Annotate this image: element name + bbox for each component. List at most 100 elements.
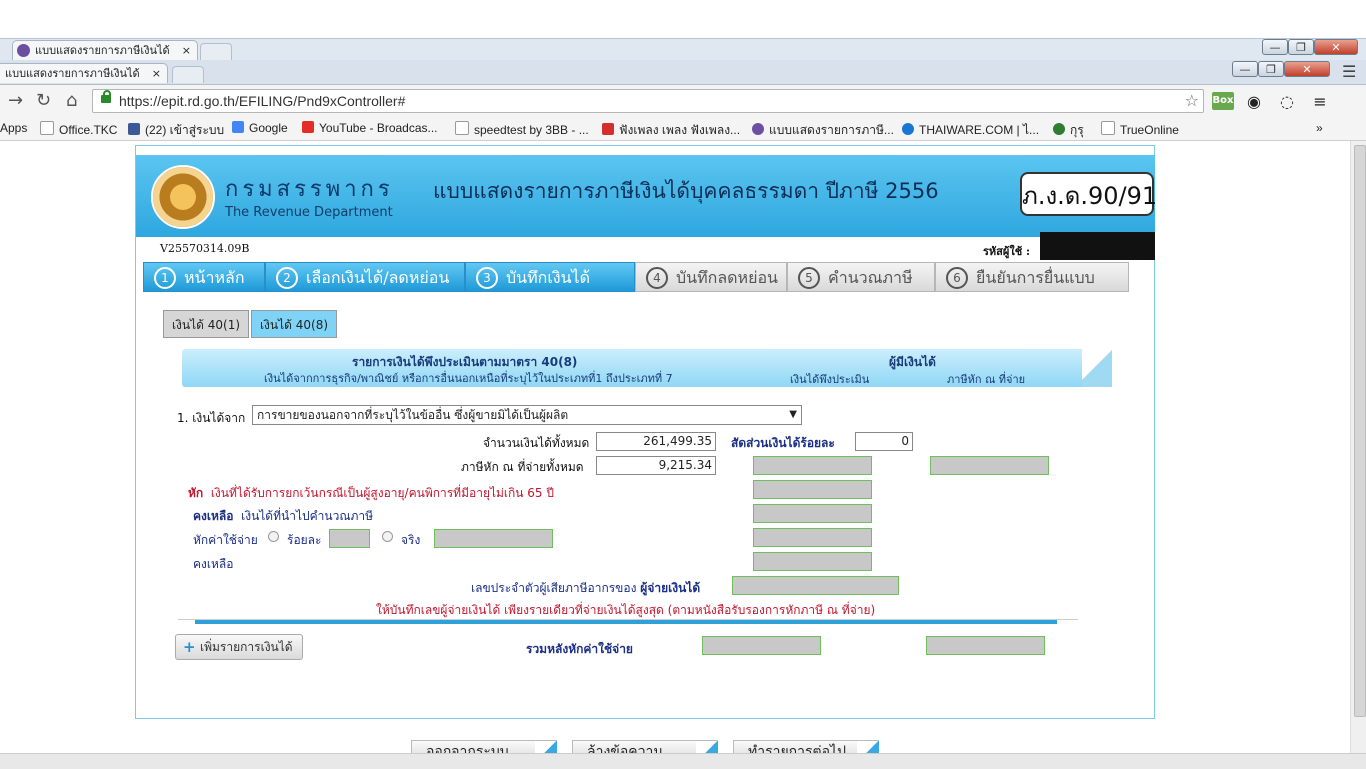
remaining-row: คงเหลือ เงินได้ที่นำไปคำนวณภาษี (193, 507, 373, 526)
url-text[interactable]: https://epit.rd.go.th/EFILING/Pnd9xContr… (119, 93, 405, 109)
remaining-label: เงินได้ที่นำไปคำนวณภาษี (241, 509, 374, 523)
bookmark-thaiware[interactable]: THAIWARE.COM | ไ... (902, 121, 1039, 140)
music-icon (602, 123, 614, 135)
deduct-prefix: หัก (188, 486, 204, 500)
chrome-menu-icon[interactable]: ≡ (1310, 92, 1330, 112)
column-assessable-income: เงินได้พึงประเมิน (790, 373, 870, 386)
redacted-user-id (1040, 232, 1155, 260)
bookmark-speedtest[interactable]: speedtest by 3BB - ... (455, 121, 589, 137)
bookmark-trueonline[interactable]: TrueOnline (1101, 121, 1179, 137)
form-code-badge: ภ.ง.ด.90/91 (1020, 172, 1157, 216)
expense-readonly (753, 528, 872, 547)
step-record-income[interactable]: 3 บันทึกเงินได้ (465, 262, 635, 292)
tab-close-icon[interactable]: × (152, 64, 161, 83)
minimize-button[interactable]: — (1262, 39, 1288, 55)
close-window-button[interactable]: ✕ (1284, 61, 1330, 77)
wizard-steps: 1 หน้าหลัก 2 เลือกเงินได้/ลดหย่อน 3 บันทึกเ… (143, 262, 1130, 293)
income-from-label: 1. เงินได้จาก (177, 411, 246, 425)
reload-icon[interactable]: ↻ (36, 91, 51, 111)
withholding-total-label: ภาษีหัก ณ ที่จ่ายทั้งหมด (461, 460, 584, 474)
revenue-favicon-icon (752, 123, 764, 135)
banner-subtitle: เงินได้จากการธุรกิจ/พาณิชย์ หรือการอื่นน… (264, 372, 673, 385)
share-percent-input[interactable]: 0 (855, 432, 913, 451)
bookmark-facebook[interactable]: (22) เข้าสู่ระบบ (128, 121, 224, 140)
new-tab-button[interactable] (172, 66, 204, 83)
bookmark-revenue[interactable]: แบบแสดงรายการภาษี... (752, 121, 894, 140)
menu-icon[interactable]: ☰ (1342, 62, 1356, 81)
remaining2-label: คงเหลือ (193, 557, 234, 571)
browser-tab[interactable]: แบบแสดงรายการภาษีเงินได้ × (12, 40, 198, 60)
scrollbar-thumb[interactable] (1354, 145, 1366, 717)
expense-label: หักค่าใช้จ่าย (193, 533, 258, 547)
box-extension-icon[interactable]: Box (1212, 92, 1234, 110)
address-bar[interactable]: https://epit.rd.go.th/EFILING/Pnd9xContr… (92, 89, 1204, 113)
vertical-scrollbar[interactable] (1350, 141, 1366, 753)
tab-income-40-1[interactable]: เงินได้ 40(1) (163, 310, 249, 338)
assessable-income-readonly (753, 456, 872, 475)
expense-percent-radio[interactable] (268, 531, 279, 542)
inner-tab-strip: แบบแสดงรายการภาษีเงินได้ × — ❐ ✕ ☰ (0, 60, 1366, 85)
bookmark-star-icon[interactable]: ☆ (1185, 91, 1199, 110)
divider-blue (195, 620, 1057, 624)
browser-tab-inner[interactable]: แบบแสดงรายการภาษีเงินได้ × (0, 63, 168, 83)
revenue-favicon-icon (17, 44, 30, 57)
expense-actual-input[interactable] (434, 529, 553, 548)
payer-note: ให้บันทึกเลขผู้จ่ายเงินได้ เพียงรายเดียว… (376, 603, 876, 617)
page-icon (455, 121, 469, 135)
department-name-english: The Revenue Department (225, 205, 393, 220)
add-income-label: เพิ่มรายการเงินได้ (200, 640, 293, 654)
page-header: กรมสรรพากร The Revenue Department แบบแสด… (136, 155, 1157, 237)
facebook-icon (128, 123, 140, 135)
status-bar (0, 753, 1366, 769)
google-icon (232, 121, 244, 133)
page-icon (40, 121, 54, 135)
step-calculate-tax[interactable]: 5 คำนวณภาษี (787, 262, 935, 292)
expense-actual-radio[interactable] (382, 531, 393, 542)
tab-title: แบบแสดงรายการภาษีเงินได้ (35, 44, 170, 57)
step-confirm-filing[interactable]: 6 ยืนยันการยื่นแบบ (935, 262, 1129, 292)
section-banner: รายการเงินได้พึงประเมินตามมาตรา 40(8) เง… (182, 349, 1112, 387)
remaining2-readonly (753, 552, 872, 571)
total-income-input[interactable]: 261,499.35 (596, 432, 716, 451)
withholding-total-input[interactable]: 9,215.34 (596, 456, 716, 475)
expense-actual-label: จริง (401, 533, 421, 547)
tab-income-40-8[interactable]: เงินได้ 40(8) (251, 310, 337, 338)
circle-extension-icon[interactable]: ◌ (1277, 92, 1297, 112)
remaining-readonly (753, 504, 872, 523)
close-window-button[interactable]: ✕ (1314, 39, 1358, 55)
restore-button[interactable]: ❐ (1258, 61, 1284, 77)
column-withholding-tax: ภาษีหัก ณ ที่จ่าย (947, 373, 1026, 386)
exemption-label: เงินที่ได้รับการยกเว้นกรณีเป็นผู้สูงอายุ… (210, 486, 554, 500)
bookmark-google[interactable]: Google (232, 121, 288, 135)
forward-icon[interactable]: → (8, 91, 23, 111)
banner-payer-header: ผู้มีเงินได้ (889, 355, 936, 369)
income-source-select[interactable]: การขายของนอกจากที่ระบุไว้ในข้ออื่น ซึ่งผ… (252, 405, 802, 425)
plus-icon: + (183, 638, 196, 656)
total-after-expense-readonly (702, 636, 821, 655)
bookmarks-more-icon[interactable]: » (1316, 121, 1323, 135)
bookmark-youtube[interactable]: YouTube - Broadcas... (302, 121, 438, 135)
banner-fold (1082, 349, 1112, 387)
bookmark-guru[interactable]: กุรุ (1053, 121, 1084, 140)
youtube-icon (302, 121, 314, 133)
restore-button[interactable]: ❐ (1288, 39, 1314, 55)
page-title: แบบแสดงรายการภาษีเงินได้บุคคลธรรมดา ปีภา… (433, 179, 939, 203)
payer-tax-id-row: เลขประจำตัวผู้เสียภาษีอากรของ ผู้จ่ายเงิ… (471, 579, 700, 598)
payer-tax-id-input[interactable] (732, 576, 899, 595)
minimize-button[interactable]: — (1232, 61, 1258, 77)
total-after-expense-label: รวมหลังหักค่าใช้จ่าย (526, 642, 633, 656)
camera-extension-icon[interactable]: ◉ (1244, 92, 1264, 112)
step-select-income[interactable]: 2 เลือกเงินได้/ลดหย่อน (265, 262, 465, 292)
bookmark-music[interactable]: ฟังเพลง เพลง ฟังเพลง... (602, 121, 740, 140)
step-record-deductions[interactable]: 4 บันทึกลดหย่อน (635, 262, 787, 292)
expense-percent-input[interactable] (329, 529, 370, 548)
home-icon[interactable]: ⌂ (66, 91, 77, 111)
add-income-button[interactable]: + เพิ่มรายการเงินได้ (175, 634, 303, 660)
step-home[interactable]: 1 หน้าหลัก (143, 262, 265, 292)
bookmark-office-tkc[interactable]: Office.TKC (40, 121, 117, 137)
help-icon (1053, 123, 1065, 135)
dropdown-arrow-icon: ▼ (789, 409, 797, 420)
bookmark-apps[interactable]: Apps (0, 121, 27, 135)
tab-close-icon[interactable]: × (182, 41, 191, 60)
new-tab-button[interactable] (200, 43, 232, 60)
